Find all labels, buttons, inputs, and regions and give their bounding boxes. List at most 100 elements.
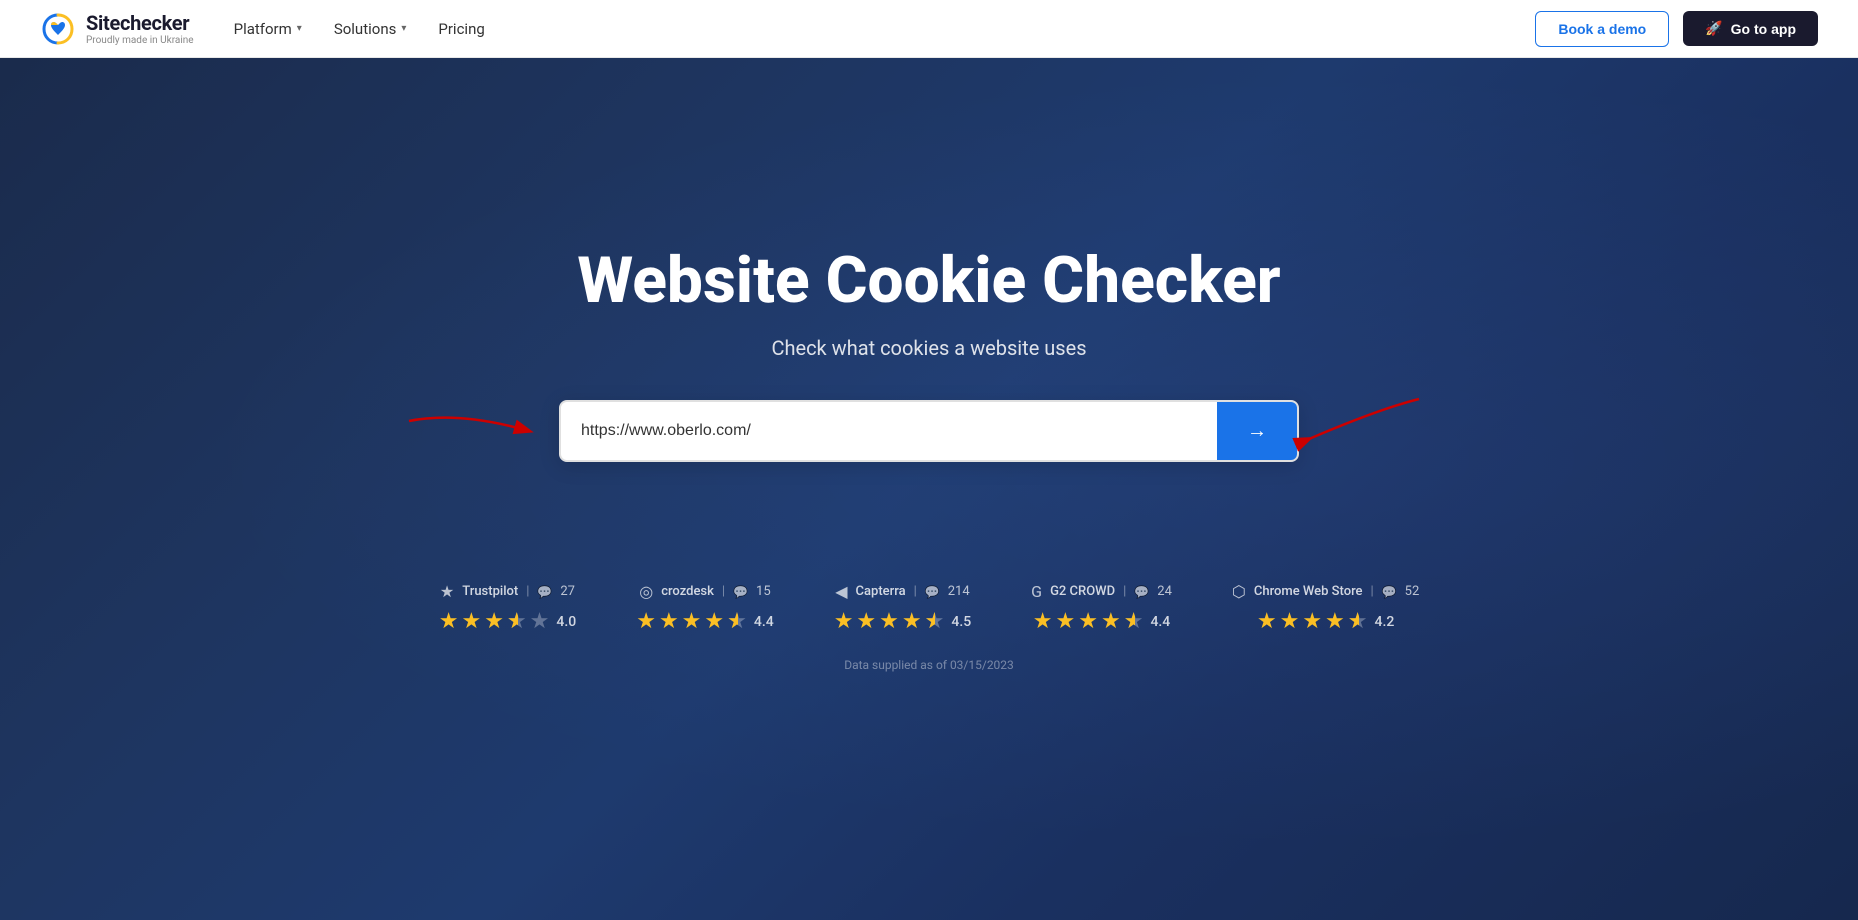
rating-count: 214 xyxy=(948,584,970,599)
left-arrow-indicator xyxy=(399,401,549,461)
platform-name: Chrome Web Store xyxy=(1254,584,1363,599)
left-red-arrow xyxy=(399,401,549,461)
star-half-icon: ★ ★ xyxy=(1348,609,1368,634)
rating-number: 4.0 xyxy=(556,614,576,630)
platform-icon: ★ xyxy=(440,582,454,601)
star-full-icon: ★ xyxy=(636,609,656,634)
star-half-icon: ★ ★ xyxy=(507,609,527,634)
rating-count: 52 xyxy=(1405,584,1420,599)
star-empty-icon: ★ xyxy=(530,609,550,634)
navbar: Sitechecker Proudly made in Ukraine Plat… xyxy=(0,0,1858,58)
star-full-icon: ★ xyxy=(1280,609,1300,634)
star-full-icon: ★ xyxy=(856,609,876,634)
rating-item: ⬡ Chrome Web Store | 💬 52 ★★★★ ★ ★ 4.2 xyxy=(1232,582,1419,634)
platform-icon: G xyxy=(1031,582,1042,601)
nav-links: Platform ▾ Solutions ▾ Pricing xyxy=(234,20,485,38)
platform-icon: ◀ xyxy=(835,582,847,601)
logo-text: Sitechecker Proudly made in Ukraine xyxy=(86,11,194,46)
rating-header: ◀ Capterra | 💬 214 xyxy=(835,582,969,601)
star-full-icon: ★ xyxy=(1302,609,1322,634)
rating-number: 4.2 xyxy=(1375,614,1395,630)
rating-header: G G2 CROWD | 💬 24 xyxy=(1031,582,1172,601)
star-half-icon: ★ ★ xyxy=(1124,609,1144,634)
navbar-right: Book a demo 🚀 Go to app xyxy=(1535,11,1818,47)
hero-title: Website Cookie Checker xyxy=(577,246,1280,316)
rating-stars: ★★★ ★ ★ ★ 4.0 xyxy=(439,609,576,634)
star-full-icon: ★ xyxy=(439,609,459,634)
ratings-section: ★ Trustpilot | 💬 27 ★★★ ★ ★ ★ 4.0 ◎ croz… xyxy=(439,582,1420,634)
right-arrow-indicator xyxy=(1289,389,1429,473)
url-search-input[interactable] xyxy=(561,402,1217,460)
star-full-icon: ★ xyxy=(1033,609,1053,634)
divider: | xyxy=(914,584,917,599)
platform-icon: ⬡ xyxy=(1232,582,1246,601)
navbar-left: Sitechecker Proudly made in Ukraine Plat… xyxy=(40,11,485,47)
rating-stars: ★★★★ ★ ★ 4.4 xyxy=(1033,609,1170,634)
rating-stars: ★★★★ ★ ★ 4.2 xyxy=(1257,609,1394,634)
logo-sub: Proudly made in Ukraine xyxy=(86,35,194,46)
star-full-icon: ★ xyxy=(659,609,679,634)
platform-name: crozdesk xyxy=(661,584,714,599)
comment-icon: 💬 xyxy=(1382,585,1397,599)
nav-platform[interactable]: Platform ▾ xyxy=(234,20,302,38)
rating-stars: ★★★★ ★ ★ 4.5 xyxy=(834,609,971,634)
rating-item: ◎ crozdesk | 💬 15 ★★★★ ★ ★ 4.4 xyxy=(636,582,773,634)
search-box: → xyxy=(559,400,1299,462)
right-red-arrow xyxy=(1289,389,1429,469)
star-half-icon: ★ ★ xyxy=(727,609,747,634)
star-full-icon: ★ xyxy=(461,609,481,634)
platform-name: Capterra xyxy=(856,584,906,599)
rating-number: 4.4 xyxy=(1150,614,1170,630)
hero-section: Website Cookie Checker Check what cookie… xyxy=(0,0,1858,920)
chevron-icon: ▾ xyxy=(297,23,302,34)
star-full-icon: ★ xyxy=(902,609,922,634)
rating-count: 15 xyxy=(756,584,771,599)
nav-solutions[interactable]: Solutions ▾ xyxy=(334,20,407,38)
hero-subtitle: Check what cookies a website uses xyxy=(771,336,1086,360)
hero-content: Website Cookie Checker Check what cookie… xyxy=(379,246,1479,462)
book-demo-button[interactable]: Book a demo xyxy=(1535,11,1669,47)
star-full-icon: ★ xyxy=(834,609,854,634)
rating-header: ⬡ Chrome Web Store | 💬 52 xyxy=(1232,582,1419,601)
comment-icon: 💬 xyxy=(733,585,748,599)
rating-header: ★ Trustpilot | 💬 27 xyxy=(440,582,575,601)
data-note: Data supplied as of 03/15/2023 xyxy=(844,658,1014,672)
logo-icon xyxy=(40,11,76,47)
divider: | xyxy=(722,584,725,599)
logo[interactable]: Sitechecker Proudly made in Ukraine xyxy=(40,11,194,47)
chevron-icon: ▾ xyxy=(401,23,406,34)
rating-count: 27 xyxy=(560,584,575,599)
star-full-icon: ★ xyxy=(1101,609,1121,634)
star-half-icon: ★ ★ xyxy=(925,609,945,634)
star-full-icon: ★ xyxy=(1257,609,1277,634)
nav-pricing[interactable]: Pricing xyxy=(438,20,484,38)
goto-app-button[interactable]: 🚀 Go to app xyxy=(1683,11,1818,46)
divider: | xyxy=(1123,584,1126,599)
search-submit-button[interactable]: → xyxy=(1217,402,1297,460)
platform-name: G2 CROWD xyxy=(1050,584,1115,599)
rating-item: ◀ Capterra | 💬 214 ★★★★ ★ ★ 4.5 xyxy=(834,582,971,634)
divider: | xyxy=(526,584,529,599)
logo-name: Sitechecker xyxy=(86,11,194,35)
comment-icon: 💬 xyxy=(925,585,940,599)
star-full-icon: ★ xyxy=(682,609,702,634)
star-full-icon: ★ xyxy=(1056,609,1076,634)
rating-stars: ★★★★ ★ ★ 4.4 xyxy=(636,609,773,634)
platform-name: Trustpilot xyxy=(462,584,518,599)
platform-icon: ◎ xyxy=(639,582,653,601)
rocket-icon: 🚀 xyxy=(1705,20,1722,37)
rating-item: ★ Trustpilot | 💬 27 ★★★ ★ ★ ★ 4.0 xyxy=(439,582,576,634)
rating-number: 4.5 xyxy=(951,614,971,630)
star-full-icon: ★ xyxy=(1078,609,1098,634)
star-full-icon: ★ xyxy=(1325,609,1345,634)
search-container: → xyxy=(559,400,1299,462)
star-full-icon: ★ xyxy=(704,609,724,634)
rating-header: ◎ crozdesk | 💬 15 xyxy=(639,582,770,601)
arrow-right-icon: → xyxy=(1247,420,1267,443)
comment-icon: 💬 xyxy=(537,585,552,599)
comment-icon: 💬 xyxy=(1134,585,1149,599)
divider: | xyxy=(1371,584,1374,599)
star-full-icon: ★ xyxy=(879,609,899,634)
rating-count: 24 xyxy=(1157,584,1172,599)
rating-number: 4.4 xyxy=(754,614,774,630)
